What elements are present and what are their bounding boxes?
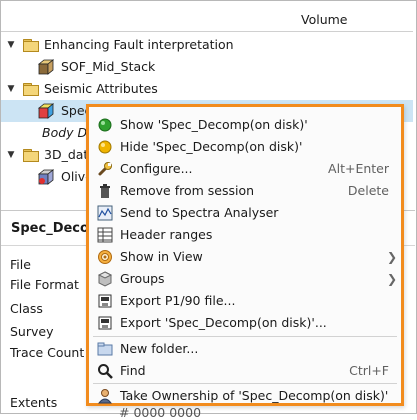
tree-row-folder[interactable]: ▼ Enhancing Fault interpretation — [1, 34, 413, 56]
volume-cube-icon — [37, 59, 55, 75]
menu-item-header-ranges[interactable]: Header ranges — [89, 224, 401, 246]
menu-item-label: Configure... — [120, 161, 193, 176]
folder-icon — [23, 149, 39, 163]
menu-item-label: Show 'Spec_Decomp(on disk)' — [120, 117, 308, 132]
tree-row-label: Enhancing Fault interpretation — [44, 37, 234, 52]
expand-arrow-icon[interactable]: ▼ — [5, 144, 17, 166]
menu-item-label: Export 'Spec_Decomp(on disk)'... — [120, 315, 327, 330]
menu-item-shortcut: Ctrl+F — [349, 363, 389, 378]
menu-separator — [93, 336, 397, 337]
menu-item-take-ownership[interactable]: Take Ownership of 'Spec_Decomp(on disk)' — [89, 385, 401, 407]
spectrum-icon — [97, 205, 113, 221]
detail-label-extents: Extents — [10, 395, 58, 410]
menu-item-new-folder[interactable]: New folder... — [89, 338, 401, 360]
menu-item-groups[interactable]: Groups ❯ — [89, 268, 401, 290]
trash-icon — [97, 183, 113, 199]
search-icon — [97, 363, 113, 379]
menu-item-show-in-view[interactable]: Show in View ❯ — [89, 246, 401, 268]
menu-item-label: Remove from session — [120, 183, 255, 198]
expand-arrow-icon[interactable]: ▼ — [5, 78, 17, 100]
menu-item-hide[interactable]: Hide 'Spec_Decomp(on disk)' — [89, 136, 401, 158]
menu-item-show[interactable]: Show 'Spec_Decomp(on disk)' — [89, 114, 401, 136]
menu-item-label: Find — [120, 363, 146, 378]
menu-item-find[interactable]: Find Ctrl+F — [89, 360, 401, 382]
submenu-arrow-icon: ❯ — [386, 250, 397, 264]
detail-value-partial: # 0000 0000 — [119, 405, 202, 420]
tree-row-volume[interactable]: SOF_Mid_Stack — [1, 56, 413, 78]
menu-item-label: Hide 'Spec_Decomp(on disk)' — [120, 139, 303, 154]
folder-icon — [23, 83, 39, 97]
details-title: Spec_Deco — [11, 221, 89, 236]
menu-item-label: Take Ownership of 'Spec_Decomp(on disk)' — [120, 388, 389, 403]
grid-icon — [97, 227, 113, 243]
folder-icon — [23, 39, 39, 53]
folder-icon — [97, 341, 113, 357]
menu-item-shortcut: Delete — [347, 183, 389, 198]
detail-label-file-format: File Format — [10, 277, 79, 292]
volume-cube-icon — [37, 169, 55, 185]
menu-item-remove[interactable]: Remove from session Delete — [89, 180, 401, 202]
detail-label-trace-count: Trace Count — [10, 345, 85, 360]
expand-arrow-icon[interactable]: ▼ — [5, 34, 17, 56]
tree-row-label: Seismic Attributes — [44, 81, 158, 96]
menu-item-label: Show in View — [120, 249, 203, 264]
export-icon — [97, 293, 113, 309]
detail-label-class: Class — [10, 301, 43, 316]
detail-label-survey: Survey — [10, 324, 54, 339]
context-menu: Show 'Spec_Decomp(on disk)' Hide 'Spec_D… — [86, 104, 404, 406]
menu-item-configure[interactable]: Configure... Alt+Enter — [89, 158, 401, 180]
menu-item-send-to-spectra[interactable]: Send to Spectra Analyser — [89, 202, 401, 224]
groups-icon — [97, 271, 113, 287]
export-icon — [97, 315, 113, 331]
menu-item-label: New folder... — [120, 341, 199, 356]
tree-header: Volume — [1, 9, 413, 32]
user-icon — [97, 388, 113, 404]
yellow-dot-icon — [97, 139, 113, 155]
menu-item-export-volume[interactable]: Export 'Spec_Decomp(on disk)'... — [89, 312, 401, 334]
view-icon — [97, 249, 113, 265]
menu-item-label: Header ranges — [120, 227, 213, 242]
menu-item-export-p190[interactable]: Export P1/90 file... — [89, 290, 401, 312]
volume-cube-icon — [37, 103, 55, 119]
tree-row-folder[interactable]: ▼ Seismic Attributes — [1, 78, 413, 100]
detail-label-file: File — [10, 257, 31, 272]
menu-item-shortcut: Alt+Enter — [328, 161, 389, 176]
menu-item-label: Send to Spectra Analyser — [120, 205, 279, 220]
green-dot-icon — [97, 117, 113, 133]
tree-row-label: Body D — [42, 125, 88, 140]
menu-item-label: Groups — [120, 271, 165, 286]
menu-item-label: Export P1/90 file... — [120, 293, 236, 308]
menu-separator — [93, 383, 397, 384]
wrench-icon — [97, 161, 113, 177]
tree-row-label: SOF_Mid_Stack — [61, 59, 156, 74]
column-header-volume[interactable]: Volume — [301, 12, 348, 27]
submenu-arrow-icon: ❯ — [386, 272, 397, 286]
